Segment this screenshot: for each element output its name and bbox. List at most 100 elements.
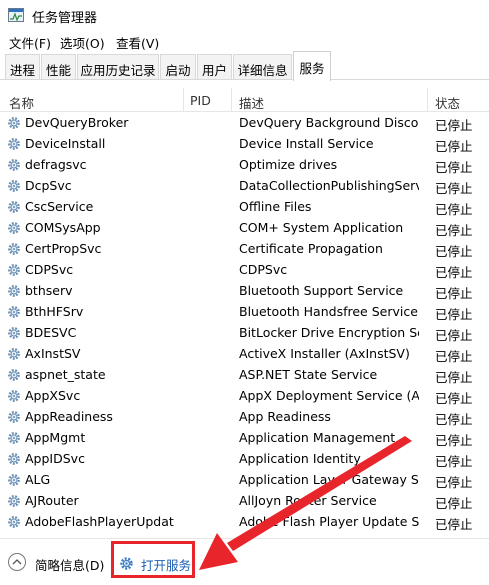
task-manager-icon bbox=[8, 8, 24, 22]
service-gear-icon bbox=[7, 389, 21, 403]
service-description: App Readiness bbox=[239, 409, 331, 424]
service-row[interactable]: AxInstSV ActiveX Installer (AxInstSV) 已停止 bbox=[0, 344, 489, 365]
service-status: 已停止 bbox=[435, 244, 473, 259]
service-row[interactable]: COMSysApp COM+ System Application 已停止 bbox=[0, 218, 489, 239]
service-name: AppReadiness bbox=[25, 409, 113, 424]
menu-view[interactable]: 查看(V) bbox=[116, 33, 159, 52]
service-status: 已停止 bbox=[435, 370, 473, 385]
service-row[interactable]: CscService Offline Files 已停止 bbox=[0, 197, 489, 218]
service-status: 已停止 bbox=[435, 118, 473, 133]
service-description: Offline Files bbox=[239, 199, 312, 214]
service-gear-icon bbox=[7, 137, 21, 151]
service-status: 已停止 bbox=[435, 412, 473, 427]
tab-services[interactable]: 服务 bbox=[293, 51, 331, 81]
service-gear-icon bbox=[7, 326, 21, 340]
tab-users[interactable]: 用户 bbox=[197, 54, 232, 79]
column-description[interactable]: 描述 bbox=[239, 93, 264, 112]
service-status: 已停止 bbox=[435, 160, 473, 175]
service-name: AppMgmt bbox=[25, 430, 86, 445]
service-description: Application Layer Gateway Se... bbox=[239, 472, 419, 487]
service-description: AllJoyn Router Service bbox=[239, 493, 377, 508]
service-gear-icon bbox=[7, 242, 21, 256]
service-status: 已停止 bbox=[435, 475, 473, 490]
tab-processes[interactable]: 进程 bbox=[5, 54, 40, 79]
service-row[interactable]: BthHFSrv Bluetooth Handsfree Service 已停止 bbox=[0, 302, 489, 323]
service-row[interactable]: DcpSvc DataCollectionPublishingServi... 已停… bbox=[0, 176, 489, 197]
service-row[interactable]: AppIDSvc Application Identity 已停止 bbox=[0, 449, 489, 470]
service-name: COMSysApp bbox=[25, 220, 101, 235]
column-name[interactable]: 名称 bbox=[9, 93, 34, 112]
service-description: Optimize drives bbox=[239, 157, 338, 172]
services-list: DevQueryBroker DevQuery Background Disco.… bbox=[0, 113, 489, 535]
service-status: 已停止 bbox=[435, 307, 473, 322]
service-name: AJRouter bbox=[25, 493, 79, 508]
chevron-up-icon[interactable] bbox=[8, 553, 26, 571]
service-description: ASP.NET State Service bbox=[239, 367, 378, 382]
tab-app-history[interactable]: 应用历史记录 bbox=[77, 54, 159, 79]
service-description: Adobe Flash Player Update S... bbox=[239, 514, 419, 529]
service-row[interactable]: CertPropSvc Certificate Propagation 已停止 bbox=[0, 239, 489, 260]
service-row[interactable]: DevQueryBroker DevQuery Background Disco.… bbox=[0, 113, 489, 134]
service-row[interactable]: AppReadiness App Readiness 已停止 bbox=[0, 407, 489, 428]
service-row[interactable]: AppMgmt Application Management 已停止 bbox=[0, 428, 489, 449]
service-row[interactable]: CDPSvc CDPSvc 已停止 bbox=[0, 260, 489, 281]
service-name: bthserv bbox=[25, 283, 73, 298]
service-name: BDESVC bbox=[25, 325, 77, 340]
service-description: Bluetooth Support Service bbox=[239, 283, 404, 298]
column-divider[interactable] bbox=[231, 88, 232, 112]
service-name: AppIDSvc bbox=[25, 451, 85, 466]
service-gear-icon bbox=[7, 431, 21, 445]
tab-performance[interactable]: 性能 bbox=[41, 54, 76, 79]
service-name: aspnet_state bbox=[25, 367, 106, 382]
service-description: ActiveX Installer (AxInstSV) bbox=[239, 346, 410, 361]
service-row[interactable]: AJRouter AllJoyn Router Service 已停止 bbox=[0, 491, 489, 512]
column-divider[interactable] bbox=[183, 88, 184, 112]
service-gear-icon bbox=[7, 368, 21, 382]
service-name: AppXSvc bbox=[25, 388, 81, 403]
service-row[interactable]: ALG Application Layer Gateway Se... 已停止 bbox=[0, 470, 489, 491]
service-gear-icon bbox=[7, 284, 21, 298]
service-row[interactable]: defragsvc Optimize drives 已停止 bbox=[0, 155, 489, 176]
service-row[interactable]: aspnet_state ASP.NET State Service 已停止 bbox=[0, 365, 489, 386]
service-name: DevQueryBroker bbox=[25, 115, 129, 130]
service-gear-icon bbox=[7, 347, 21, 361]
service-row[interactable]: DeviceInstall Device Install Service 已停止 bbox=[0, 134, 489, 155]
column-pid[interactable]: PID bbox=[190, 93, 211, 108]
service-description: CDPSvc bbox=[239, 262, 288, 277]
service-status: 已停止 bbox=[435, 202, 473, 217]
service-description: Device Install Service bbox=[239, 136, 374, 151]
service-status: 已停止 bbox=[435, 181, 473, 196]
footer-bar: 简略信息(D) 打开服务 bbox=[0, 538, 489, 585]
service-status: 已停止 bbox=[435, 328, 473, 343]
service-gear-icon bbox=[7, 263, 21, 277]
service-name: CDPSvc bbox=[25, 262, 74, 277]
service-row[interactable]: AdobeFlashPlayerUpdat... Adobe Flash Play… bbox=[0, 512, 489, 533]
service-row[interactable]: bthserv Bluetooth Support Service 已停止 bbox=[0, 281, 489, 302]
tab-startup[interactable]: 启动 bbox=[160, 54, 196, 79]
service-gear-icon bbox=[7, 452, 21, 466]
title-bar: 任务管理器 bbox=[0, 0, 489, 30]
service-name: DcpSvc bbox=[25, 178, 72, 193]
column-divider[interactable] bbox=[427, 88, 428, 112]
service-status: 已停止 bbox=[435, 496, 473, 511]
service-gear-icon bbox=[7, 200, 21, 214]
service-gear-icon bbox=[7, 221, 21, 235]
menu-options[interactable]: 选项(O) bbox=[60, 33, 105, 52]
service-status: 已停止 bbox=[435, 433, 473, 448]
service-description: AppX Deployment Service (A... bbox=[239, 388, 419, 403]
menu-file[interactable]: 文件(F) bbox=[9, 33, 51, 52]
service-name: DeviceInstall bbox=[25, 136, 106, 151]
service-gear-icon bbox=[7, 410, 21, 424]
service-row[interactable]: BDESVC BitLocker Drive Encryption Se... 已停… bbox=[0, 323, 489, 344]
service-status: 已停止 bbox=[435, 223, 473, 238]
tab-strip-divider bbox=[0, 79, 489, 80]
service-row[interactable]: AppXSvc AppX Deployment Service (A... 已停止 bbox=[0, 386, 489, 407]
fewer-details-button[interactable]: 简略信息(D) bbox=[35, 555, 104, 574]
service-name: AxInstSV bbox=[25, 346, 81, 361]
service-name: defragsvc bbox=[25, 157, 87, 172]
tab-details[interactable]: 详细信息 bbox=[233, 54, 292, 79]
column-status[interactable]: 状态 bbox=[435, 93, 460, 112]
service-status: 已停止 bbox=[435, 517, 473, 532]
service-description: DevQuery Background Disco... bbox=[239, 115, 419, 130]
service-status: 已停止 bbox=[435, 454, 473, 469]
